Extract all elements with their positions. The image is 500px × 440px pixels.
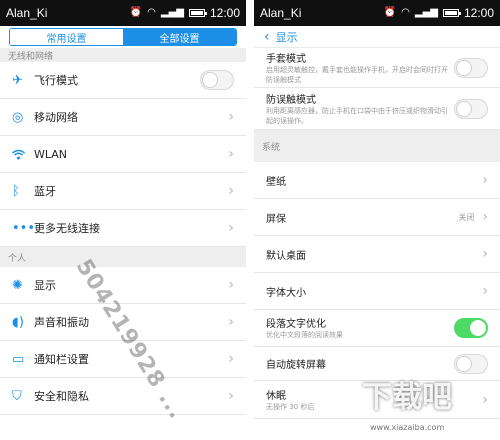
- airplane-icon: ✈: [12, 72, 23, 88]
- setting-label: 字体大小: [266, 287, 306, 299]
- setting-security-privacy[interactable]: ⛉ 安全和隐私 ›: [0, 378, 246, 415]
- chevron-right-icon: ›: [228, 351, 234, 367]
- settings-tab-bar: 常用设置 全部设置: [0, 26, 246, 48]
- chevron-right-icon: ›: [228, 220, 234, 236]
- chevron-right-icon: ›: [482, 283, 488, 299]
- setting-label: WLAN: [34, 147, 68, 161]
- back-arrow-icon[interactable]: ‹: [264, 29, 270, 45]
- status-time: 12:00: [463, 6, 494, 20]
- alarm-icon: ⏰: [129, 7, 143, 18]
- setting-label: 自动旋转屏幕: [266, 360, 326, 371]
- setting-screensaver[interactable]: 屏保 关闭 ›: [254, 199, 500, 236]
- setting-bluetooth[interactable]: ᛒ 蓝牙 ›: [0, 173, 246, 210]
- display-gear-icon: ✺: [12, 277, 23, 293]
- chevron-right-icon: ›: [228, 314, 234, 330]
- setting-mobile-network[interactable]: ◎ 移动网络 ›: [0, 99, 246, 136]
- setting-font-size[interactable]: 字体大小 ›: [254, 273, 500, 310]
- signal-icon: ▂▄▆: [414, 7, 438, 18]
- setting-airplane-mode[interactable]: ✈ 飞行模式: [0, 62, 246, 99]
- setting-label: 壁纸: [266, 176, 286, 188]
- wifi-icon: [12, 149, 34, 160]
- left-screen: Alan_Ki ⏰ ◠ ▂▄▆ 12:00 常用设置 全部设置 无线和网络 ✈ …: [0, 0, 246, 440]
- chevron-right-icon: ›: [228, 146, 234, 162]
- accidental-touch-toggle[interactable]: [454, 98, 488, 119]
- battery-icon: [442, 9, 461, 17]
- section-header-wireless: 无线和网络: [0, 48, 246, 62]
- battery-icon: [188, 9, 207, 17]
- setting-accidental-touch[interactable]: 防误触模式 利用距离感应器，防止手机在口袋中由于挤压或织物滑动引起的误操作。: [254, 88, 500, 130]
- setting-wallpaper[interactable]: 壁纸 ›: [254, 162, 500, 199]
- setting-description: 优化中文段落的阅读效果: [266, 331, 343, 340]
- chevron-right-icon: ›: [228, 388, 234, 404]
- site-logo: 下载吧 www.xiazaiba.com: [362, 372, 492, 432]
- chevron-right-icon: ›: [228, 109, 234, 125]
- setting-more-wireless[interactable]: ••• 更多无线连接 ›: [0, 210, 246, 247]
- sound-icon: ◖): [12, 314, 24, 330]
- setting-label: 飞行模式: [34, 74, 78, 87]
- signal-icon: ▂▄▆: [160, 7, 184, 18]
- bluetooth-icon: ᛒ: [12, 183, 20, 199]
- setting-label: 手套模式: [266, 54, 306, 66]
- section-header-personal: 个人: [0, 247, 246, 267]
- setting-label: 移动网络: [34, 111, 78, 124]
- setting-default-launcher[interactable]: 默认桌面 ›: [254, 236, 500, 273]
- wifi-status-icon: ◠: [401, 7, 410, 18]
- tab-all-settings[interactable]: 全部设置: [123, 29, 236, 45]
- tab-common-settings[interactable]: 常用设置: [10, 29, 123, 45]
- screen-divider: [246, 0, 254, 440]
- more-dots-icon: •••: [12, 220, 36, 236]
- setting-paragraph-optimization[interactable]: 段落文字优化 优化中文段落的阅读效果: [254, 310, 500, 347]
- display-header: ‹ 显示: [254, 26, 500, 48]
- status-bar: Alan_Ki ⏰ ◠ ▂▄▆ 12:00: [254, 0, 500, 26]
- setting-label: 屏保: [266, 213, 286, 225]
- screensaver-value: 关闭: [458, 212, 475, 222]
- setting-label: 段落文字优化: [266, 319, 326, 331]
- setting-label: 蓝牙: [34, 185, 56, 198]
- setting-label: 防误触模式: [266, 95, 316, 107]
- auto-rotate-toggle[interactable]: [454, 353, 488, 374]
- status-bar: Alan_Ki ⏰ ◠ ▂▄▆ 12:00: [0, 0, 246, 26]
- alarm-icon: ⏰: [383, 7, 397, 18]
- setting-label: 显示: [34, 279, 56, 292]
- setting-glove-mode[interactable]: 手套模式 启用超灵敏触控，戴手套也能操作手机，开启时会同时打开防误触模式: [254, 48, 500, 88]
- logo-text: 下载吧: [362, 380, 452, 415]
- setting-label: 更多无线连接: [34, 222, 100, 235]
- setting-display[interactable]: ✺ 显示 ›: [0, 267, 246, 304]
- setting-label: 安全和隐私: [34, 390, 89, 403]
- wifi-status-icon: ◠: [147, 7, 156, 18]
- airplane-mode-toggle[interactable]: [200, 70, 234, 90]
- notification-icon: ▭: [12, 351, 25, 367]
- setting-label: 默认桌面: [266, 250, 306, 262]
- chevron-right-icon: ›: [228, 277, 234, 293]
- setting-wlan[interactable]: WLAN ›: [0, 136, 246, 173]
- status-owner: Alan_Ki: [6, 6, 48, 20]
- shield-icon: ⛉: [12, 388, 22, 404]
- setting-description: 利用距离感应器，防止手机在口袋中由于挤压或织物滑动引起的误操作。: [266, 107, 448, 125]
- paragraph-optimization-toggle[interactable]: [454, 318, 488, 338]
- chevron-right-icon: ›: [482, 172, 488, 188]
- antenna-icon: ◎: [12, 109, 24, 125]
- chevron-right-icon: ›: [482, 246, 488, 262]
- logo-url: www.xiazaiba.com: [370, 423, 445, 432]
- status-owner: Alan_Ki: [260, 6, 302, 20]
- chevron-right-icon: ›: [228, 183, 234, 199]
- status-time: 12:00: [209, 6, 240, 20]
- glove-mode-toggle[interactable]: [454, 57, 488, 78]
- section-header-system: 系统: [254, 130, 500, 162]
- setting-description: 启用超灵敏触控，戴手套也能操作手机，开启时会同时打开防误触模式: [266, 66, 448, 84]
- page-title: 显示: [275, 30, 298, 44]
- chevron-right-icon: ›: [482, 209, 488, 225]
